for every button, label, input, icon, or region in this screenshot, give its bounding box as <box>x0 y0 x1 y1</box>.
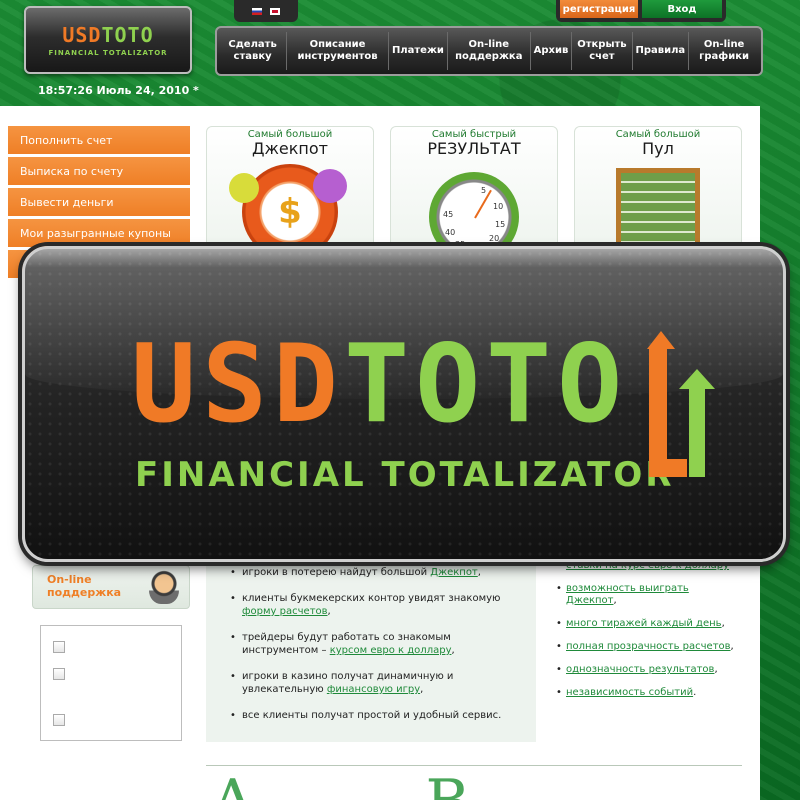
list-item: игроки в потерею найдут большой Джекпот, <box>230 566 526 579</box>
divider <box>206 765 742 766</box>
stopwatch-number: 40 <box>445 228 456 237</box>
register-button[interactable]: регистрация <box>560 0 638 18</box>
advantage-link[interactable]: полная прозрачность расчетов <box>566 641 731 652</box>
login-button[interactable]: Вход <box>642 0 722 18</box>
site-logo[interactable]: USDTOTO FINANCIAL TOTALIZATOR <box>24 6 192 74</box>
money-box-icon <box>616 168 700 255</box>
purple-ball-icon <box>313 169 347 203</box>
nav-rules[interactable]: Правила <box>633 32 690 70</box>
stopwatch-number: 15 <box>495 220 506 229</box>
up-arrows-icon <box>647 331 715 477</box>
checkbox[interactable] <box>53 641 65 653</box>
overlay-logo-banner: USDTOTO FINANCIAL TOTALIZATOR <box>22 246 786 562</box>
nav-instruments[interactable]: Описание инструментов <box>287 32 389 70</box>
list-item: трейдеры будут работать со знакомым инст… <box>230 631 526 657</box>
bottom-heading-partial: АВ <box>210 772 640 800</box>
server-clock: 18:57:26 Июль 24, 2010 * <box>38 84 199 97</box>
card-result[interactable]: Самый быстрый РЕЗУЛЬТАТ 5 10 15 45 40 35… <box>390 126 558 256</box>
nav-place-bet[interactable]: Сделать ставку <box>219 32 288 70</box>
language-switcher <box>234 0 298 22</box>
yellow-ball-icon <box>229 173 259 203</box>
advantage-link[interactable]: однозначность результатов <box>566 664 714 675</box>
nav-archive[interactable]: Архив <box>531 32 573 70</box>
nav-payments[interactable]: Платежи <box>389 32 448 70</box>
financial-game-link[interactable]: финансовую игру <box>327 684 420 695</box>
russian-flag-icon[interactable] <box>252 7 262 15</box>
nav-online-support[interactable]: On-line поддержка <box>448 32 531 70</box>
checkbox[interactable] <box>53 668 65 680</box>
main-nav: Сделать ставку Описание инструментов Пла… <box>215 26 763 76</box>
card-jackpot[interactable]: Самый большой Джекпот $ <box>206 126 374 256</box>
advantage-link[interactable]: возможность выиграть Джекпот <box>566 583 689 606</box>
logo-subtitle: FINANCIAL TOTALIZATOR <box>48 49 168 57</box>
stopwatch-number: 10 <box>493 202 504 211</box>
overlay-logo-word: USDTOTO <box>131 322 629 447</box>
list-item: возможность выиграть Джекпот, <box>556 583 736 607</box>
list-item: все клиенты получат простой и удобный се… <box>230 709 526 722</box>
list-item: игроки в казино получат динамичную и увл… <box>230 670 526 696</box>
advantage-link[interactable]: много тиражей каждый день <box>566 618 722 629</box>
advantage-link[interactable]: независимость событий <box>566 687 693 698</box>
menu-withdraw[interactable]: Вывести деньги <box>8 188 190 216</box>
card-pool[interactable]: Самый большой Пул <box>574 126 742 256</box>
menu-played-coupons[interactable]: Мои разыгранные купоны <box>8 219 190 247</box>
card-jackpot-title: Джекпот <box>252 139 328 158</box>
eur-usd-rate-link[interactable]: курсом евро к доллару <box>330 645 452 656</box>
stopwatch-icon: 5 10 15 45 40 35 20 25 <box>429 172 519 255</box>
online-support-button[interactable]: On-line поддержка <box>32 565 190 609</box>
checkbox[interactable] <box>53 714 65 726</box>
logo-word: USDTOTO <box>62 23 154 47</box>
card-pool-title: Пул <box>642 139 674 158</box>
list-item: клиенты букмекерских контор увидят знако… <box>230 592 526 618</box>
menu-statement[interactable]: Выписка по счету <box>8 157 190 185</box>
nav-online-charts[interactable]: On-line графики <box>689 32 759 70</box>
calculation-form-link[interactable]: форму расчетов <box>242 606 328 617</box>
nav-open-account[interactable]: Открыть счет <box>572 32 633 70</box>
list-item: однозначность результатов, <box>556 664 736 676</box>
advantages-list: ставки на курс евро к доллару возможност… <box>556 560 736 699</box>
checkbox-panel <box>40 625 182 741</box>
stopwatch-number: 5 <box>481 186 487 195</box>
list-item: много тиражей каждый день, <box>556 618 736 630</box>
card-result-title: РЕЗУЛЬТАТ <box>427 139 521 158</box>
english-flag-icon[interactable] <box>270 7 280 15</box>
stopwatch-number: 20 <box>489 234 500 243</box>
jackpot-link[interactable]: Джекпот <box>430 567 478 578</box>
overlay-logo-subtitle: FINANCIAL TOTALIZATOR <box>135 455 675 495</box>
list-item: полная прозрачность расчетов, <box>556 641 736 653</box>
benefits-list: игроки в потерею найдут большой Джекпот,… <box>206 560 536 742</box>
list-item: независимость событий. <box>556 687 736 699</box>
headset-operator-icon <box>149 570 179 604</box>
stopwatch-number: 45 <box>443 210 454 219</box>
menu-top-up[interactable]: Пополнить счет <box>8 126 190 154</box>
